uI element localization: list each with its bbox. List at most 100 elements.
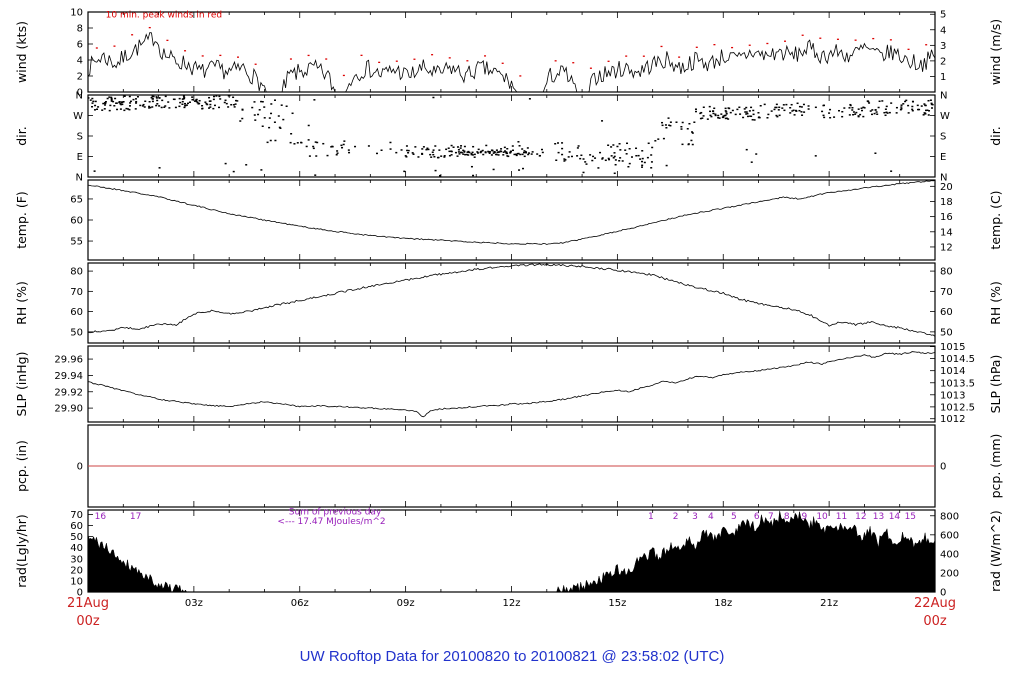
wind-peak-dot bbox=[289, 58, 292, 60]
slp-ytick-left: 29.94 bbox=[54, 371, 83, 382]
wind-peak-dot bbox=[166, 39, 169, 42]
wind-peak-dot bbox=[466, 60, 469, 62]
temp-ytick-right: 12 bbox=[940, 242, 953, 253]
rad-sum-marker: 11 bbox=[836, 512, 847, 522]
wind-annotation: 10 min. peak winds in red bbox=[106, 11, 223, 21]
x-tick-label: 09z bbox=[397, 598, 415, 609]
slp-ytick-right: 1012.5 bbox=[940, 402, 975, 413]
slp-axis-label-left: SLP (inHg) bbox=[14, 352, 29, 417]
wind-peak-dot bbox=[413, 58, 416, 60]
wind-peak-dot bbox=[801, 34, 804, 36]
wind-ytick-left: 6 bbox=[77, 40, 83, 51]
rad-ytick-right: 800 bbox=[940, 511, 959, 522]
wind-peak-dot bbox=[854, 39, 857, 41]
dir-scatter bbox=[87, 94, 934, 177]
wind-peak-dot bbox=[925, 44, 928, 46]
dir-ytick-right: N bbox=[940, 91, 947, 102]
wind-peak-dot bbox=[695, 46, 698, 48]
slp-trace bbox=[87, 351, 936, 418]
slp-ytick-left: 29.92 bbox=[54, 387, 83, 398]
wind-peak-dot bbox=[113, 45, 116, 47]
wind-peak-dot bbox=[519, 75, 522, 77]
wind-peak-dot bbox=[748, 44, 751, 46]
wind-peak-dot bbox=[95, 47, 98, 49]
dir-ytick-left: N bbox=[76, 91, 83, 102]
wind-peak-dot bbox=[201, 55, 204, 57]
pcp-ytick-right: 0 bbox=[940, 462, 946, 473]
rh-ytick-left: 50 bbox=[70, 327, 83, 338]
dir-ytick-right: W bbox=[940, 111, 950, 122]
rad-annotation: <--- 17.47 MJoules/m^2 bbox=[277, 517, 385, 527]
rad-sum-marker: 15 bbox=[905, 512, 916, 522]
slp-axis-label-right: SLP (hPa) bbox=[988, 355, 1003, 414]
rh-axis-label-left: RH (%) bbox=[14, 281, 29, 325]
wind-peak-dot bbox=[731, 46, 734, 49]
wind-ytick-right: 5 bbox=[940, 10, 946, 21]
temp-axis-label-left: temp. (F) bbox=[14, 191, 29, 249]
slp-ytick-right: 1012 bbox=[940, 414, 965, 425]
wind-peak-dot bbox=[766, 42, 769, 45]
dir-axis-label-left: dir. bbox=[14, 126, 29, 145]
rad-sum-marker: 13 bbox=[873, 512, 884, 522]
wind-peak-dot bbox=[589, 67, 592, 69]
wind-peak-dot bbox=[889, 39, 892, 41]
rh-trace bbox=[87, 263, 936, 337]
temp-trace bbox=[87, 180, 936, 245]
rad-ytick-left: 30 bbox=[70, 554, 83, 565]
wind-peak-dot bbox=[678, 56, 681, 58]
wind-peak-dot bbox=[395, 60, 398, 62]
wind-peak-dot bbox=[254, 63, 257, 65]
pcp-axis-label-right: pcp. (mm) bbox=[988, 434, 1003, 499]
dir-ytick-left: S bbox=[77, 132, 83, 143]
rad-sum-marker: 6 bbox=[754, 512, 760, 522]
rh-ytick-left: 80 bbox=[70, 267, 83, 278]
dir-ytick-right: S bbox=[940, 132, 946, 143]
end-time-label: 00z bbox=[923, 614, 947, 629]
pcp-ytick-left: 0 bbox=[77, 462, 83, 473]
rh-ytick-left: 70 bbox=[70, 287, 83, 298]
slp-ytick-right: 1014 bbox=[940, 366, 965, 377]
wind-ytick-right: 4 bbox=[940, 25, 946, 36]
start-date-label: 21Aug bbox=[67, 596, 109, 611]
dir-ytick-left: E bbox=[77, 152, 83, 163]
wind-peak-dot bbox=[184, 50, 187, 52]
x-axis: 03z 06z 09z 12z 15z 18z 21z 21Aug 00z 22Aug 00z bbox=[67, 596, 956, 629]
rad-sum-marker: 14 bbox=[889, 512, 901, 522]
pcp-axis-label-left: pcp. (in) bbox=[14, 440, 29, 492]
x-tick-label: 12z bbox=[503, 598, 521, 609]
wind-peak-dot bbox=[378, 61, 381, 64]
wind-ytick-right: 2 bbox=[940, 56, 946, 67]
temp-ytick-right: 16 bbox=[940, 212, 953, 223]
rad-sum-marker: 12 bbox=[855, 512, 866, 522]
slp-ytick-right: 1013 bbox=[940, 390, 965, 401]
wind-peak-dot bbox=[907, 48, 910, 50]
rad-sum-marker: 16 bbox=[95, 512, 107, 522]
dir-ytick-right: E bbox=[940, 152, 946, 163]
slp-ytick-right: 1014.5 bbox=[940, 354, 975, 365]
wind-peak-dot bbox=[784, 40, 787, 42]
wind-peak-dot bbox=[607, 60, 610, 62]
wind-peak-dot bbox=[642, 55, 645, 57]
chart-title: UW Rooftop Data for 20100820 to 20100821… bbox=[299, 648, 725, 665]
wind-trace bbox=[87, 32, 936, 93]
wind-axis-label-right: wind (m/s) bbox=[988, 19, 1003, 85]
panel-dir: NESWNNESWNdir. dir. bbox=[14, 91, 1003, 184]
rad-ytick-left: 70 bbox=[70, 510, 83, 521]
x-tick-label: 21z bbox=[820, 598, 838, 609]
rh-ytick-right: 70 bbox=[940, 287, 953, 298]
rad-axis-label-left: rad(Lgly/hr) bbox=[14, 514, 29, 588]
wind-peak-dot bbox=[325, 58, 328, 60]
wind-ytick-right: 1 bbox=[940, 72, 946, 83]
end-date-label: 22Aug bbox=[914, 596, 956, 611]
wind-peak-dot bbox=[448, 57, 451, 59]
temp-ytick-right: 18 bbox=[940, 197, 953, 208]
dir-ytick-left: W bbox=[73, 111, 83, 122]
temp-axis-label-right: temp. (C) bbox=[988, 190, 1003, 249]
slp-ytick-left: 29.90 bbox=[54, 404, 83, 415]
rad-sum-marker: 17 bbox=[130, 512, 141, 522]
x-tick-label: 18z bbox=[714, 598, 732, 609]
panel-slp: 29.90 29.92 29.94 29.96 10121012.510131013.5… bbox=[14, 342, 1003, 425]
rad-ytick-left: 40 bbox=[70, 543, 83, 554]
meteogram-page: 0 2 4 6 8 10 1 2 3 4 5 wind (kts) wind (m/s) 10 min. … bbox=[0, 0, 1024, 700]
wind-ytick-left: 10 bbox=[70, 8, 83, 19]
